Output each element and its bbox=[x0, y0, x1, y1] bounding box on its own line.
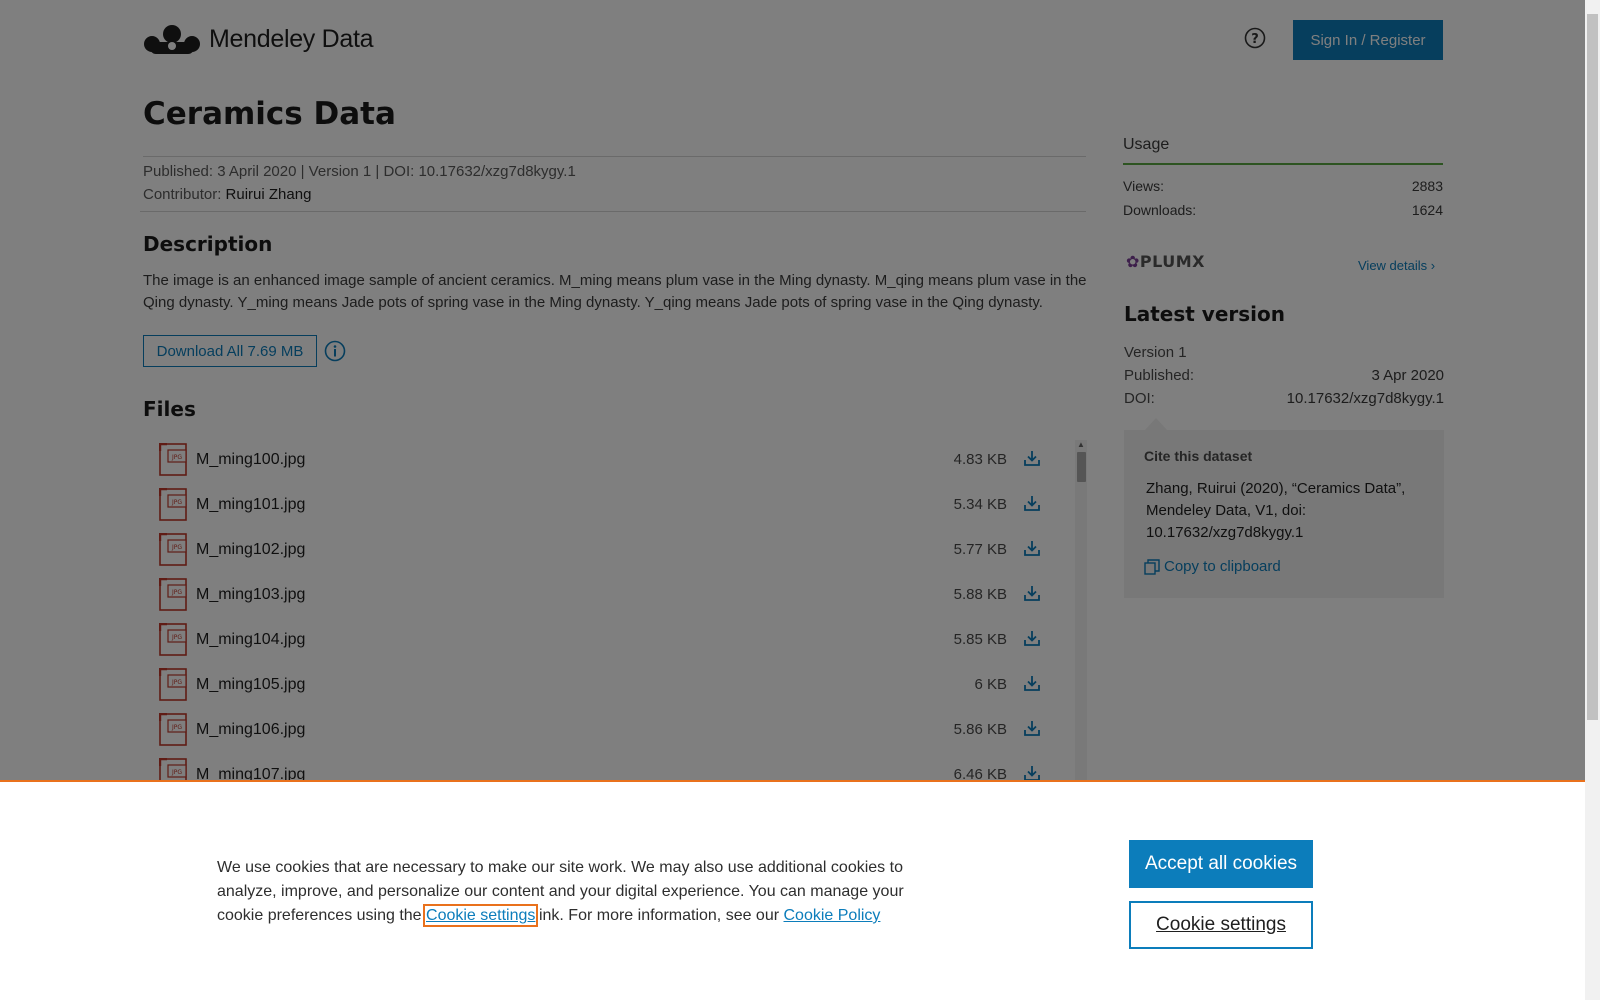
page-scrollbar[interactable] bbox=[1585, 0, 1600, 1000]
page-scroll-thumb[interactable] bbox=[1587, 14, 1598, 720]
cookie-banner: We use cookies that are necessary to mak… bbox=[0, 780, 1585, 1000]
cookie-settings-button[interactable]: Cookie settings bbox=[1129, 901, 1313, 949]
cookie-policy-link[interactable]: Cookie Policy bbox=[784, 907, 881, 924]
cookie-settings-link[interactable]: Cookie settings bbox=[423, 904, 539, 927]
cookie-text: We use cookies that are necessary to mak… bbox=[217, 856, 937, 928]
cookie-text-middle: link. For more information, see our bbox=[535, 907, 784, 924]
accept-all-cookies-button[interactable]: Accept all cookies bbox=[1129, 840, 1313, 888]
